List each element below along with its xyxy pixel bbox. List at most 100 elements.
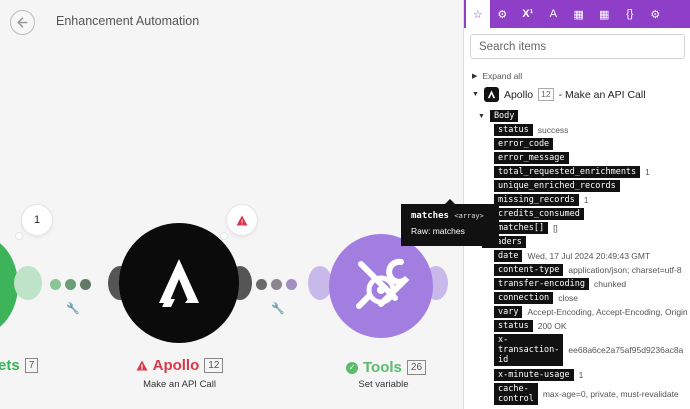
tree-value: 1 <box>578 370 584 380</box>
apollo-logo-icon <box>159 259 199 307</box>
tree-value: 200 OK <box>537 321 567 331</box>
arrow-left-icon <box>17 17 28 28</box>
item-tooltip: matches <array> Raw: matches <box>401 199 499 246</box>
tree-key[interactable]: cache- control <box>494 383 538 405</box>
tree-value: Accept-Encoding, Accept-Encoding, Origin <box>527 307 688 317</box>
apollo-name: Apollo <box>152 357 200 374</box>
sheets-label: ets 7 <box>0 357 39 375</box>
tree-item[interactable]: unique_enriched_records <box>494 180 620 192</box>
route-dots-middle <box>256 279 297 290</box>
tree-key[interactable]: transfer-encoding <box>494 278 589 290</box>
tree-item[interactable]: total_requested_enrichments 1 <box>494 166 650 178</box>
tree-key[interactable]: total_requested_enrichments <box>494 166 641 178</box>
tree-value: [] <box>553 223 558 233</box>
tree-item[interactable]: error_message <box>494 152 569 164</box>
caret-down-icon: ▼ <box>472 91 479 98</box>
tree-item[interactable]: transfer-encoding chunked <box>494 278 626 290</box>
tab-date[interactable]: ▦ <box>566 0 592 28</box>
operations-bubble[interactable]: 1 <box>16 205 52 239</box>
tree-key[interactable]: connection <box>494 292 554 304</box>
tab-favorites[interactable]: ☆ <box>464 0 490 28</box>
tree-key[interactable]: error_code <box>494 138 554 150</box>
tools-icon <box>356 258 410 309</box>
wrench-icon[interactable]: 🔧 <box>66 302 80 315</box>
search-input[interactable] <box>470 34 685 59</box>
tree-item[interactable]: status success <box>494 124 568 136</box>
tree-value: 1 <box>583 195 589 205</box>
tree-item[interactable]: vary Accept-Encoding, Accept-Encoding, Or… <box>494 306 688 318</box>
tree-key[interactable]: date <box>494 250 523 262</box>
module-name: Apollo <box>503 88 534 101</box>
tree-item[interactable]: error_code <box>494 138 554 150</box>
braces-icon: {} <box>626 8 634 20</box>
check-icon: ✓ <box>346 361 358 374</box>
tree-key[interactable]: status <box>494 124 533 136</box>
tree-key[interactable]: credits_consumed <box>494 208 584 220</box>
tab-text[interactable]: A <box>541 0 567 28</box>
module-action: - Make an API Call <box>558 88 646 101</box>
tab-array[interactable]: ▦ <box>592 0 618 28</box>
tree-key[interactable]: missing_records <box>494 194 579 206</box>
tree-value: Wed, 17 Jul 2024 20:49:43 GMT <box>527 251 651 261</box>
gear-icon: ⚙ <box>497 8 508 21</box>
scenario-canvas[interactable]: Enhancement Automation 1 🔧 ets 7 ! 🔧 ! Ap… <box>0 0 463 409</box>
wrench-icon[interactable]: 🔧 <box>271 302 285 315</box>
svg-text:!: ! <box>241 218 244 226</box>
operations-count: 1 <box>33 214 41 226</box>
tree-value: application/json; charset=utf-8 <box>568 265 682 275</box>
tree-key[interactable]: x- transaction- id <box>494 334 564 366</box>
tree-item[interactable]: cache- control max-age=0, private, must-r… <box>494 383 679 405</box>
tree-key[interactable]: content-type <box>494 264 564 276</box>
back-button[interactable] <box>10 10 35 35</box>
tree-key[interactable]: vary <box>494 306 523 318</box>
tools-label: ✓ Tools 26 Set variable <box>346 357 427 390</box>
tree-key[interactable]: matches[] <box>494 222 549 234</box>
tools-action: Set variable <box>358 379 409 390</box>
tree-item[interactable]: content-type application/json; charset=ut… <box>494 264 682 276</box>
warning-icon: ! <box>236 215 248 226</box>
tools-module[interactable] <box>329 234 433 338</box>
apollo-module[interactable] <box>119 223 239 343</box>
tree-group-body[interactable]: ▼ Body <box>478 110 519 122</box>
apollo-label: ! Apollo 12 Make an API Call <box>132 357 227 390</box>
tree-key[interactable]: error_message <box>494 152 569 164</box>
tools-name: Tools <box>363 359 402 376</box>
tab-settings[interactable]: ⚙ <box>643 0 669 28</box>
tree-item[interactable]: status 200 OK <box>494 320 567 332</box>
tree-key[interactable]: x-minute-usage <box>494 369 574 381</box>
expand-all-toggle[interactable]: ▶ Expand all <box>472 71 522 81</box>
tree-value: 1 <box>645 167 650 177</box>
tooltip-key: matches <box>411 211 449 221</box>
tree-item[interactable]: missing_records 1 <box>494 194 589 206</box>
route-dots-left <box>50 279 91 290</box>
tree-item[interactable]: connection close <box>494 292 578 304</box>
calendar-icon: ▦ <box>573 8 584 21</box>
tree-key[interactable]: unique_enriched_records <box>494 180 620 192</box>
tree-value: close <box>558 293 579 303</box>
text-icon: A <box>549 8 557 20</box>
scenario-title: Enhancement Automation <box>56 14 200 28</box>
star-icon: ☆ <box>472 8 483 21</box>
tree-item[interactable]: matches[] [] <box>494 222 558 234</box>
tooltip-raw: Raw: matches <box>411 226 465 236</box>
module-number: 12 <box>538 88 554 101</box>
tree-item[interactable]: x-minute-usage 1 <box>494 369 583 381</box>
tree-key[interactable]: Body <box>489 110 519 122</box>
tree-key[interactable]: status <box>494 320 533 332</box>
tools-badge: 26 <box>406 360 427 375</box>
tree-value: chunked <box>594 279 627 289</box>
superscript-icon: X¹ <box>522 8 534 20</box>
tree-item[interactable]: date Wed, 17 Jul 2024 20:49:43 GMT <box>494 250 650 262</box>
tab-json[interactable]: {} <box>617 0 643 28</box>
warning-bubble[interactable]: ! <box>221 205 257 239</box>
tree-item[interactable]: credits_consumed <box>494 208 584 220</box>
tree-value: success <box>537 125 569 135</box>
tab-general[interactable]: ⚙ <box>490 0 516 28</box>
sheets-connector <box>14 266 42 300</box>
tab-math[interactable]: X¹ <box>515 0 541 28</box>
tree-item[interactable]: x- transaction- id ee68a6ce2a75af95d9236a… <box>494 334 683 366</box>
panel-tabbar: ☆ ⚙ X¹ A ▦ ▦ {} ⚙ <box>464 0 690 28</box>
table-icon: ▦ <box>599 8 610 21</box>
module-header[interactable]: ▼ Apollo 12 - Make an API Call <box>472 87 646 102</box>
svg-text:!: ! <box>140 363 143 371</box>
